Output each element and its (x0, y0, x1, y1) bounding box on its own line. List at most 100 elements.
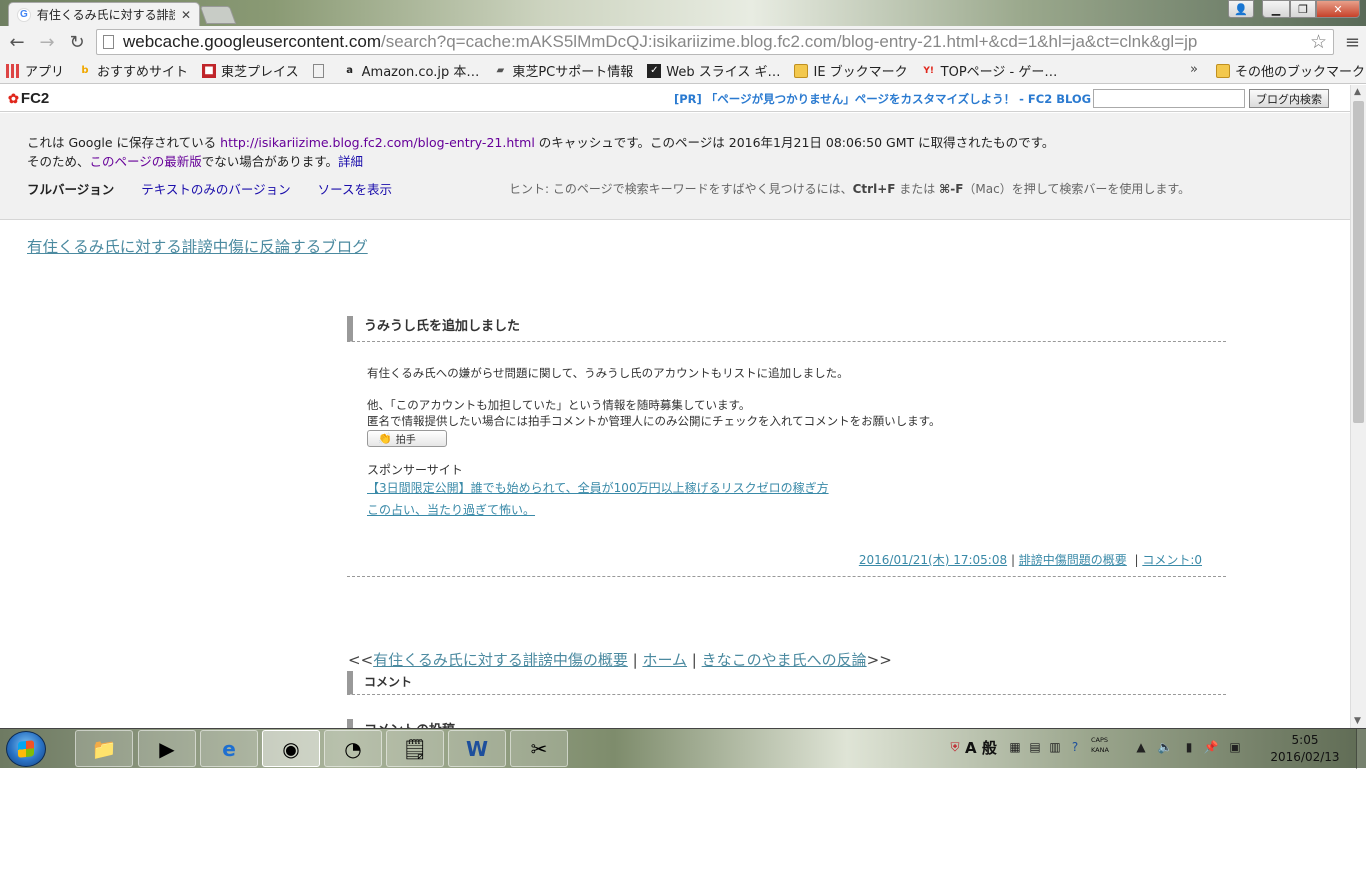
post-comment-heading: コメントの投稿 (347, 719, 1226, 728)
bookmark-web-slice[interactable]: ✓ Web スライス ギ… (647, 61, 780, 80)
clock-time: 5:05 (1291, 733, 1319, 747)
web-slice-icon: ✓ (647, 63, 662, 78)
category-link[interactable]: 誹謗中傷問題の概要 (1019, 553, 1127, 567)
bookmark-ie-folder[interactable]: IE ブックマーク (794, 61, 908, 80)
show-hidden-icons-icon[interactable]: ▲ (1133, 739, 1149, 755)
bookmark-star-icon[interactable]: ☆ (1310, 31, 1327, 53)
ime-dictionary-icon[interactable]: ▥ (1047, 739, 1063, 755)
hint-text: （Mac）を押して検索バーを使用します。 (963, 182, 1191, 196)
blog-search-button[interactable]: ブログ内検索 (1249, 89, 1329, 108)
windows-taskbar: 📁 ▶ e ◉ ◔ 🗒 W ✂ ⛨ A 般 ▦ ▤ ▥ ? CAPS KANA ▲… (0, 728, 1366, 769)
chrome-taskbar-icon[interactable]: ◉ (262, 730, 320, 767)
browser-tab[interactable]: G 有住くるみ氏に対する誹謗 ✕ (8, 2, 200, 26)
minimize-button[interactable]: ▁ (1262, 0, 1290, 18)
explorer-taskbar-icon[interactable]: 📁 (75, 730, 133, 767)
tab-full-version[interactable]: フルバージョン (27, 179, 114, 198)
entry-paragraph: 他、「このアカウントも加担していた」という情報を随時募集しています。 (367, 398, 751, 412)
entry-spacer (367, 381, 1227, 397)
snipping-tool-taskbar-icon[interactable]: ✂ (510, 730, 568, 767)
screen: G 有住くるみ氏に対する誹謗 ✕ 👤 ▁ ❐ ✕ ← → ↻ webcache.… (0, 0, 1366, 887)
cached-url-link[interactable]: http://isikariizime.blog.fc2.com/blog-en… (220, 135, 535, 150)
bookmark-toshiba-support[interactable]: ▰ 東芝PCサポート情報 (493, 61, 633, 80)
entry-footer: 2016/01/21(木) 17:05:08 | 誹謗中傷問題の概要 | コメン… (347, 551, 1226, 577)
title-bar: G 有住くるみ氏に対する誹謗 ✕ 👤 ▁ ❐ ✕ (0, 0, 1366, 26)
clap-icon: 👏 (378, 432, 392, 445)
system-tray: ⛨ A 般 ▦ ▤ ▥ ? CAPS KANA ▲ 🔈 ▮ 📌 ▣ 5:05 20… (945, 729, 1366, 769)
bookmark-toshiba-place[interactable]: ■ 東芝プレイス (202, 61, 299, 80)
system-clock[interactable]: 5:05 2016/02/13 (1245, 732, 1365, 766)
tab-view-source[interactable]: ソースを表示 (318, 179, 392, 198)
fc2-logo[interactable]: ✿ FC2 (8, 90, 49, 107)
pager-arrows: >> (866, 651, 892, 669)
caps-label: CAPS (1091, 736, 1109, 744)
blog-title-link[interactable]: 有住くるみ氏に対する誹謗中傷に反論するブログ (27, 235, 368, 257)
ime-pad-icon[interactable]: ▤ (1027, 739, 1043, 755)
next-entry-link[interactable]: きなこのやま氏への反論 (702, 651, 867, 669)
comment-count-link[interactable]: コメント:0 (1142, 553, 1202, 567)
comments-heading: コメント (347, 671, 1226, 695)
bing-icon: b (81, 65, 89, 76)
bookmarks-overflow-button[interactable]: » (1190, 62, 1198, 77)
bookmark-yahoo[interactable]: Y! TOPページ - ゲー… (922, 61, 1057, 80)
bookmark-blank[interactable] (312, 63, 329, 78)
page-scrollbar[interactable]: ▲ ▼ (1350, 85, 1366, 728)
help-icon[interactable]: ? (1067, 739, 1083, 755)
maximize-button[interactable]: ❐ (1290, 0, 1316, 18)
network-icon[interactable]: ▣ (1227, 739, 1243, 755)
address-bar[interactable]: webcache.googleusercontent.com/search?q=… (96, 29, 1334, 55)
back-icon[interactable]: ← (4, 29, 30, 55)
other-bookmarks[interactable]: その他のブックマーク (1216, 61, 1365, 80)
sponsor-link[interactable]: 【3日間限定公開】誰でも始められて、全員が100万円以上稼げるリスクゼロの稼ぎ方 (367, 479, 829, 496)
word-taskbar-icon[interactable]: W (448, 730, 506, 767)
chrome-menu-icon[interactable]: ≡ (1345, 32, 1360, 53)
fc2-pr-link[interactable]: [PR] 「ページが見つかりません」ページをカスタマイズしよう！ - FC2 B… (674, 91, 1117, 107)
reload-icon[interactable]: ↻ (64, 29, 90, 55)
sponsor-link[interactable]: この占い、当たり過ぎて怖い。 (367, 501, 535, 518)
tab-close-icon[interactable]: ✕ (181, 8, 191, 22)
page-viewport: ✿ FC2 [PR] 「ページが見つかりません」ページをカスタマイズしよう！ - … (0, 85, 1350, 728)
media-player-taskbar-icon[interactable]: ▶ (138, 730, 196, 767)
scroll-thumb[interactable] (1353, 101, 1364, 423)
page-icon (312, 63, 324, 78)
sticky-notes-taskbar-icon[interactable]: 🗒 (386, 730, 444, 767)
google-cache-notice: これは Google に保存されている http://isikariizime.… (0, 113, 1350, 220)
forward-icon[interactable]: → (34, 29, 60, 55)
close-window-button[interactable]: ✕ (1316, 0, 1360, 18)
clock-app-taskbar-icon[interactable]: ◔ (324, 730, 382, 767)
scroll-up-icon[interactable]: ▲ (1354, 87, 1361, 97)
url-text[interactable]: webcache.googleusercontent.com/search?q=… (123, 32, 1313, 52)
blog-search-input[interactable] (1093, 89, 1245, 108)
hint-text: または (895, 182, 940, 196)
window-controls: 👤 ▁ ❐ ✕ (1228, 0, 1360, 18)
entry-paragraph: 有住くるみ氏への嫌がらせ問題に関して、うみうし氏のアカウントもリストに追加しまし… (367, 366, 849, 380)
entry-date-link[interactable]: 2016/01/21(木) 17:05:08 (859, 553, 1007, 567)
pin-icon[interactable]: 📌 (1203, 739, 1219, 755)
clap-button[interactable]: 👏 拍手 (367, 430, 447, 447)
security-tray-icon[interactable]: ⛨ (947, 739, 963, 755)
home-link[interactable]: ホーム (642, 651, 687, 669)
cache-text: これは Google に保存されている (27, 135, 221, 150)
sponsor-label: スポンサーサイト (367, 463, 463, 477)
ime-tool-icon[interactable]: ▦ (1007, 739, 1023, 755)
url-path: /search?q=cache:mAKS5lMmDcQJ:isikariizim… (381, 32, 1198, 51)
latest-version-link[interactable]: このページの最新版 (90, 154, 202, 169)
apps-icon (6, 63, 20, 78)
bookmark-amazon[interactable]: a Amazon.co.jp 本… (343, 61, 479, 80)
volume-icon[interactable]: 🔈 (1157, 739, 1173, 755)
scroll-down-icon[interactable]: ▼ (1354, 716, 1361, 726)
entry-paragraph: 匿名で情報提供したい場合には拍手コメントか管理人にのみ公開にチェックを入れてコメ… (367, 414, 941, 428)
show-desktop-button[interactable] (1356, 729, 1366, 769)
tab-text-only[interactable]: テキストのみのバージョン (141, 179, 290, 198)
bookmark-apps[interactable]: アプリ (6, 61, 64, 80)
start-button[interactable] (6, 731, 46, 767)
details-link[interactable]: 詳細 (338, 154, 363, 169)
power-icon[interactable]: ▮ (1181, 739, 1197, 755)
ime-mode[interactable]: A 般 (965, 737, 997, 758)
internet-explorer-taskbar-icon[interactable]: e (200, 730, 258, 767)
prev-entry-link[interactable]: 有住くるみ氏に対する誹謗中傷の概要 (373, 651, 628, 669)
toshiba-icon: ■ (202, 63, 217, 78)
profile-icon[interactable]: 👤 (1228, 0, 1254, 18)
folder-icon (794, 63, 809, 78)
new-tab-button[interactable] (199, 6, 237, 24)
bookmark-recommended[interactable]: b おすすめサイト (78, 61, 188, 80)
